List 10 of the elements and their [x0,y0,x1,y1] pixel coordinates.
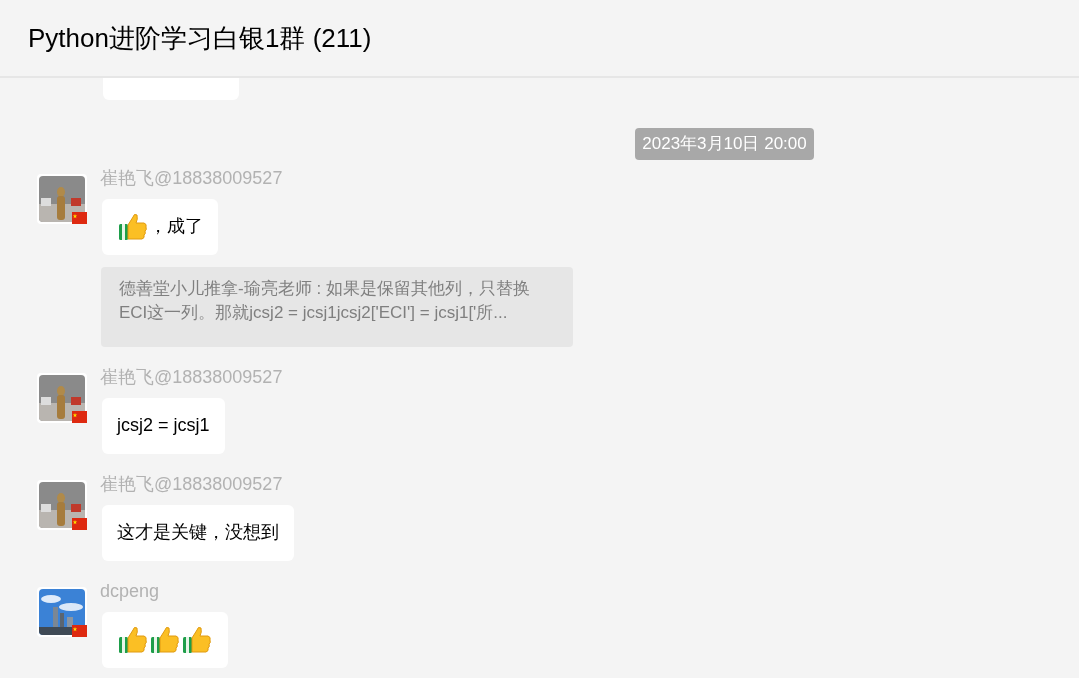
message-bubble: ，成了 [102,198,218,255]
sender-name: dcpeng [100,580,160,601]
window-title: Python进阶学习白银1群 (211) [28,21,372,55]
sender-name: 崔艳飞@18838009527 [100,167,283,188]
timestamp: 2023年3月10日 20:00 [635,128,814,160]
message-bubble: 这才是关键，没想到 [102,504,294,561]
sender-name: 崔艳飞@18838009527 [100,366,283,387]
sender-name: 崔艳飞@18838009527 [100,473,283,494]
quoted-message: 德善堂小儿推拿-瑜亮老师 : 如果是保留其他列，只替换ECI这一列。那就jcsj2 = jcsj1jcsj2['ECI'] = jcsj1['所... [101,266,573,347]
message-bubble: jcsj2 = jcsj1 [102,397,225,454]
